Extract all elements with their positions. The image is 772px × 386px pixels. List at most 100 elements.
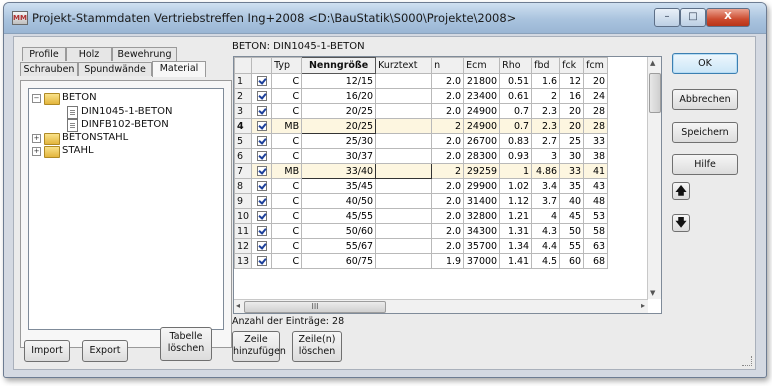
- tree-node-beton[interactable]: BETON: [62, 91, 97, 104]
- cell-fbd[interactable]: 2: [531, 88, 561, 104]
- checkbox-checked-icon[interactable]: [256, 211, 267, 221]
- row-checkbox-cell[interactable]: [251, 238, 273, 254]
- row-number[interactable]: 8: [234, 178, 253, 194]
- cell-typ[interactable]: C: [271, 208, 303, 224]
- cell-kurztext[interactable]: [375, 163, 433, 179]
- table-row[interactable]: 12 C 55/67 2.0 35700 1.34 4.4 55 63: [234, 238, 609, 254]
- cell-rho[interactable]: 0.93: [499, 148, 533, 164]
- move-down-button[interactable]: 🡇: [672, 214, 690, 232]
- scroll-down-icon[interactable]: ▼: [650, 289, 655, 297]
- cell-rho[interactable]: 0.7: [499, 103, 533, 119]
- checkbox-checked-icon[interactable]: [256, 106, 267, 116]
- grid-horizontal-scrollbar[interactable]: ◂ III ▸: [234, 299, 648, 313]
- tree-node-stahl[interactable]: STAHL: [62, 144, 94, 157]
- cell-nenngroesse[interactable]: 55/67: [301, 238, 377, 254]
- cell-fck[interactable]: 35: [559, 178, 585, 194]
- row-number[interactable]: 2: [234, 88, 253, 104]
- col-header-fcm[interactable]: fcm: [583, 57, 609, 74]
- tree-node-dinfb102-beton[interactable]: DINFB102-BETON: [81, 118, 169, 131]
- row-checkbox-cell[interactable]: [251, 88, 273, 104]
- cell-fck[interactable]: 55: [559, 238, 585, 254]
- cell-ecm[interactable]: 21800: [463, 73, 501, 89]
- checkbox-checked-icon[interactable]: [256, 226, 267, 236]
- cell-n[interactable]: 2.0: [431, 238, 465, 254]
- cell-fbd[interactable]: 4.5: [531, 253, 561, 269]
- tab-schrauben[interactable]: Schrauben: [20, 62, 78, 76]
- row-number[interactable]: 5: [234, 133, 253, 149]
- cell-rho[interactable]: 0.83: [499, 133, 533, 149]
- cell-kurztext[interactable]: [375, 73, 433, 89]
- help-button[interactable]: Hilfe: [672, 154, 738, 175]
- cell-fbd[interactable]: 1.6: [531, 73, 561, 89]
- row-number[interactable]: 6: [234, 148, 253, 164]
- cell-fbd[interactable]: 2.7: [531, 133, 561, 149]
- row-number[interactable]: 3: [234, 103, 253, 119]
- cell-fbd[interactable]: 4: [531, 208, 561, 224]
- maximize-button[interactable]: □: [680, 8, 706, 27]
- cell-fcm[interactable]: 68: [583, 253, 609, 269]
- delete-table-button[interactable]: Tabelle löschen: [160, 327, 212, 361]
- table-row[interactable]: 9 C 40/50 2.0 31400 1.12 3.7 40 48: [234, 193, 609, 209]
- cell-kurztext[interactable]: [375, 148, 433, 164]
- checkbox-checked-icon[interactable]: [256, 181, 267, 191]
- col-header-typ[interactable]: Typ: [271, 57, 303, 74]
- scroll-up-icon[interactable]: ▲: [650, 59, 655, 67]
- row-checkbox-cell[interactable]: [251, 208, 273, 224]
- table-row[interactable]: 10 C 45/55 2.0 32800 1.21 4 45 53: [234, 208, 609, 224]
- col-header-n[interactable]: n: [431, 57, 465, 74]
- cell-ecm[interactable]: 37000: [463, 253, 501, 269]
- cell-ecm[interactable]: 24900: [463, 118, 501, 134]
- col-header-nenngroesse[interactable]: Nenngröße: [301, 57, 377, 74]
- checkbox-checked-icon[interactable]: [256, 76, 267, 86]
- cell-ecm[interactable]: 28300: [463, 148, 501, 164]
- title-bar[interactable]: MM Projekt-Stammdaten Vertriebstreffen I…: [4, 3, 766, 34]
- cell-typ[interactable]: MB: [271, 118, 303, 134]
- cell-nenngroesse[interactable]: 16/20: [301, 88, 377, 104]
- table-row[interactable]: 6 C 30/37 2.0 28300 0.93 3 30 38: [234, 148, 609, 164]
- tree-node-din1045-beton[interactable]: DIN1045-1-BETON: [81, 105, 172, 118]
- row-checkbox-cell[interactable]: [251, 193, 273, 209]
- cell-nenngroesse[interactable]: 40/50: [301, 193, 377, 209]
- checkbox-checked-icon[interactable]: [256, 166, 267, 176]
- cell-fbd[interactable]: 3.7: [531, 193, 561, 209]
- ok-button[interactable]: OK: [672, 53, 738, 74]
- cell-nenngroesse[interactable]: 25/30: [301, 133, 377, 149]
- cell-n[interactable]: 2: [431, 118, 465, 134]
- row-checkbox-cell[interactable]: [251, 223, 273, 239]
- export-button[interactable]: Export: [82, 340, 128, 362]
- cell-typ[interactable]: C: [271, 178, 303, 194]
- expand-icon[interactable]: +: [32, 134, 41, 143]
- cell-kurztext[interactable]: [375, 208, 433, 224]
- scroll-left-icon[interactable]: ◂: [236, 301, 240, 310]
- row-number[interactable]: 12: [234, 238, 253, 254]
- cell-fcm[interactable]: 48: [583, 193, 609, 209]
- cell-nenngroesse[interactable]: 35/45: [301, 178, 377, 194]
- cell-kurztext[interactable]: [375, 88, 433, 104]
- col-header-kurztext[interactable]: Kurztext: [375, 57, 433, 74]
- delete-rows-button[interactable]: Zeile(n) löschen: [292, 331, 342, 362]
- cell-rho[interactable]: 1.12: [499, 193, 533, 209]
- row-checkbox-cell[interactable]: [251, 178, 273, 194]
- tab-bewehrung[interactable]: Bewehrung: [112, 47, 177, 61]
- cell-typ[interactable]: C: [271, 73, 303, 89]
- cell-kurztext[interactable]: [375, 118, 433, 134]
- cell-nenngroesse[interactable]: 50/60: [301, 223, 377, 239]
- cell-fcm[interactable]: 20: [583, 73, 609, 89]
- cell-rho[interactable]: 1.41: [499, 253, 533, 269]
- cell-n[interactable]: 2.0: [431, 223, 465, 239]
- cell-typ[interactable]: C: [271, 193, 303, 209]
- grid-vertical-scrollbar[interactable]: ▲ ▼: [647, 57, 661, 299]
- cell-rho[interactable]: 1.21: [499, 208, 533, 224]
- cell-fbd[interactable]: 4.4: [531, 238, 561, 254]
- cell-ecm[interactable]: 23400: [463, 88, 501, 104]
- table-row[interactable]: 11 C 50/60 2.0 34300 1.31 4.3 50 58: [234, 223, 609, 239]
- tab-material[interactable]: Material: [152, 61, 206, 77]
- add-row-button[interactable]: Zeile hinzufügen: [232, 331, 286, 362]
- table-row[interactable]: 5 C 25/30 2.0 26700 0.83 2.7 25 33: [234, 133, 609, 149]
- material-grid[interactable]: Typ Nenngröße Kurztext n Ecm Rho fbd fck…: [233, 56, 662, 314]
- cell-fck[interactable]: 12: [559, 73, 585, 89]
- cell-kurztext[interactable]: [375, 193, 433, 209]
- horizontal-scroll-thumb[interactable]: III: [244, 301, 386, 313]
- cell-fbd[interactable]: 3.4: [531, 178, 561, 194]
- material-tree[interactable]: − BETON DIN1045-1-BETON DINFB102-BETON +…: [28, 88, 224, 330]
